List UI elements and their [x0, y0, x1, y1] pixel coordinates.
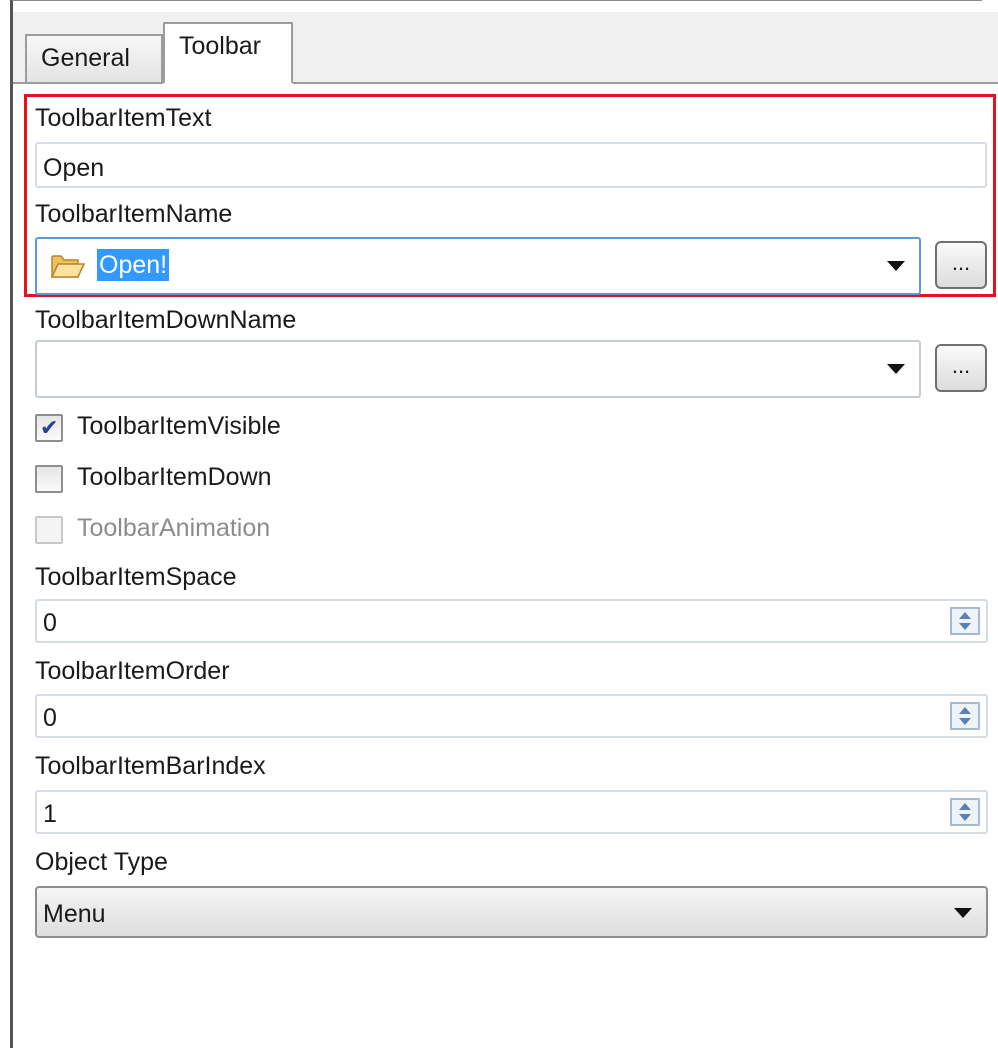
toolbar-item-order-spinner[interactable]: 0 — [35, 694, 988, 738]
toolbar-item-order-value: 0 — [43, 704, 57, 732]
toolbar-item-order-label: ToolbarItemOrder — [35, 657, 230, 685]
toolbar-item-down-name-combo[interactable] — [35, 340, 921, 398]
toolbar-item-text-input[interactable]: Open — [35, 142, 987, 188]
toolbar-item-bar-index-label: ToolbarItemBarIndex — [35, 752, 266, 780]
window-top-rule — [12, 0, 982, 1]
folder-open-icon — [51, 255, 85, 278]
toolbar-item-name-label: ToolbarItemName — [35, 200, 233, 228]
toolbar-animation-label: ToolbarAnimation — [77, 514, 271, 542]
object-type-label: Object Type — [35, 848, 168, 876]
toolbar-item-down-label: ToolbarItemDown — [77, 463, 272, 491]
toolbar-item-visible-label: ToolbarItemVisible — [77, 412, 281, 440]
spin-arrows-icon[interactable] — [950, 607, 980, 635]
checkbox-box[interactable] — [35, 465, 63, 493]
toolbar-item-down-name-browse-button[interactable]: ... — [935, 344, 987, 392]
chevron-down-icon[interactable] — [887, 261, 905, 271]
toolbar-item-down-name-label: ToolbarItemDownName — [35, 306, 297, 334]
toolbar-item-name-combo[interactable]: Open! — [35, 237, 921, 295]
spin-arrows-icon[interactable] — [950, 702, 980, 730]
toolbar-item-space-value: 0 — [43, 609, 57, 637]
toolbar-item-bar-index-value: 1 — [43, 800, 57, 828]
object-type-value: Menu — [43, 900, 106, 928]
chevron-down-icon[interactable] — [887, 364, 905, 374]
toolbar-item-name-value: Open! — [97, 249, 170, 281]
toolbar-item-text-value: Open — [43, 154, 105, 182]
tab-strip: General Toolbar — [13, 12, 998, 84]
toolbar-item-bar-index-spinner[interactable]: 1 — [35, 790, 988, 834]
chevron-down-icon[interactable] — [954, 908, 972, 918]
object-type-select[interactable]: Menu — [35, 886, 988, 938]
toolbar-item-space-spinner[interactable]: 0 — [35, 599, 988, 643]
toolbar-item-name-browse-button[interactable]: ... — [935, 241, 987, 289]
tab-general[interactable]: General — [25, 34, 163, 82]
toolbar-item-space-label: ToolbarItemSpace — [35, 563, 237, 591]
checkbox-box — [35, 516, 63, 544]
spin-arrows-icon[interactable] — [950, 798, 980, 826]
checkmark-icon: ✔ — [40, 415, 59, 440]
tab-toolbar[interactable]: Toolbar — [163, 22, 293, 84]
toolbar-item-text-label: ToolbarItemText — [35, 104, 212, 132]
checkbox-box[interactable]: ✔ — [35, 414, 63, 442]
